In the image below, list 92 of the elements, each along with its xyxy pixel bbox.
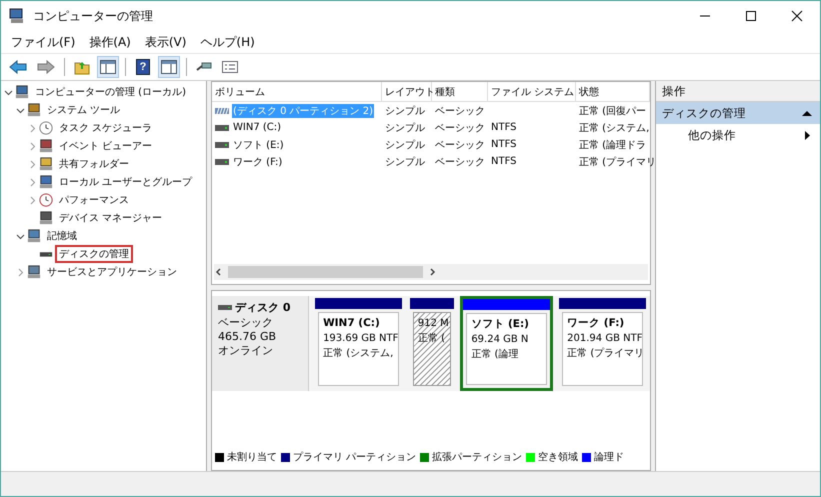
list-icon [222,61,238,73]
partition-status: 正常 ( [418,332,446,346]
volume-name[interactable]: ワーク (F:) [232,154,284,168]
chevron-right-icon[interactable] [28,196,37,204]
table-cell-text: シンプル [385,104,425,118]
computer-icon [9,8,25,24]
column-header[interactable]: 状態 [576,82,650,101]
disk-name: ディスク 0 [235,300,290,315]
action-section-title: ディスクの管理 [662,106,746,120]
chevron-down-icon[interactable] [16,232,25,240]
table-cell-text: ベーシック [435,156,485,168]
chevron-right-icon[interactable] [28,160,37,168]
partition-size: 912 M [418,317,446,331]
back-arrow-icon [9,60,27,74]
legend-label: プライマリ パーティション [293,450,416,464]
drive-icon [215,142,229,148]
panel-icon [100,60,116,74]
table-cell-text: 正常 (システム, [579,122,650,134]
disk-type: ベーシック [218,315,274,330]
action-item[interactable]: 他の操作 [688,128,736,142]
tree-item[interactable]: イベント ビューアー [55,137,156,155]
forward-arrow-icon [37,60,55,74]
chevron-down-icon[interactable] [4,88,13,96]
table-cell-text: 正常 (プライマリ [579,156,656,168]
chevron-right-icon[interactable] [28,142,37,150]
table-cell-text: ベーシック [435,122,485,134]
tree-item[interactable]: パフォーマンス [55,191,133,209]
collapse-icon[interactable] [802,110,812,116]
table-cell-text: 正常 (回復パー [579,104,646,118]
chevron-right-icon[interactable] [28,124,37,132]
tree-item[interactable]: ディスクの管理 [55,245,133,263]
volume-name[interactable]: ソフト (E:) [232,138,285,152]
legend-label: 未割り当て [227,450,277,464]
disk-size: 465.76 GB [218,330,278,343]
table-cell: NTFS [491,156,517,167]
legend-label: 空き領域 [538,450,578,464]
close-icon [791,10,803,22]
table-cell-text: 正常 (論理ドラ [579,138,646,152]
legend-label: 拡張パーティション [432,450,522,464]
tree-item[interactable]: 共有フォルダー [55,155,133,173]
table-cell-text: ベーシック [435,104,485,118]
submenu-arrow-icon [805,130,810,140]
help-glyph: ? [140,61,146,73]
table-cell-text: ベーシック [435,138,485,152]
partition-name: ワーク (F:) [567,316,626,331]
volume-name[interactable]: WIN7 (C:) [232,122,282,133]
maximize-icon [745,10,757,22]
column-header[interactable]: レイアウト [382,82,432,101]
tree-item[interactable]: タスク スケジューラ [55,119,156,137]
drive-icon [215,158,229,164]
menu-item[interactable]: 操作(A) [89,34,131,50]
plug-icon [196,61,212,73]
clock-icon [39,121,53,135]
menu-item[interactable]: ファイル(F) [11,34,76,50]
partition-block[interactable]: ソフト (E:) 69.24 GB N 正常 (論理 [460,296,554,391]
menu-item[interactable]: 表示(V) [144,34,186,50]
column-header[interactable]: 種類 [432,82,488,101]
partition-name: ソフト (E:) [471,317,530,332]
action-section-header[interactable]: ディスクの管理 [656,102,820,124]
window-title: コンピューターの管理 [33,8,153,24]
horizontal-scrollbar[interactable] [214,264,648,280]
tree-item[interactable]: システム ツール [43,101,124,119]
tree-item[interactable]: サービスとアプリケーション [43,263,181,281]
partition-name: WIN7 (C:) [323,316,381,331]
column-header[interactable]: ボリューム [212,82,382,101]
table-cell: NTFS [491,139,517,150]
drive-icon [215,108,229,114]
partition-status: 正常 (システム, [323,346,394,361]
chevron-down-icon[interactable] [16,106,25,114]
table-cell-text: シンプル [385,122,425,134]
table-cell-text: シンプル [385,138,425,152]
table-cell-text: シンプル [385,156,425,168]
column-header[interactable]: ファイル システム [488,82,576,101]
table-cell: NTFS [491,122,517,133]
tree-item[interactable]: 記憶域 [43,227,81,245]
tree-item[interactable]: デバイス マネージャー [55,209,166,227]
help-icon [136,59,150,75]
menu-item[interactable]: ヘルプ(H) [200,34,255,50]
tree-item[interactable]: ローカル ユーザーとグループ [55,173,196,191]
tree-item[interactable]: コンピューターの管理 (ローカル) [31,83,190,101]
legend-label: 論理ド [594,450,624,464]
action-pane-button[interactable] [158,56,180,78]
chevron-right-icon[interactable] [28,178,37,186]
disk-status: オンライン [218,343,274,358]
panel-icon [161,60,177,74]
chevron-right-icon[interactable] [16,268,25,276]
partition-status: 正常 (論理 [471,348,520,362]
help-button[interactable]: ? [132,56,154,78]
partition-size: 69.24 GB N [471,333,530,347]
console-tree-button[interactable] [97,56,119,78]
action-pane-title: 操作 [656,81,820,102]
drive-icon [215,124,229,130]
